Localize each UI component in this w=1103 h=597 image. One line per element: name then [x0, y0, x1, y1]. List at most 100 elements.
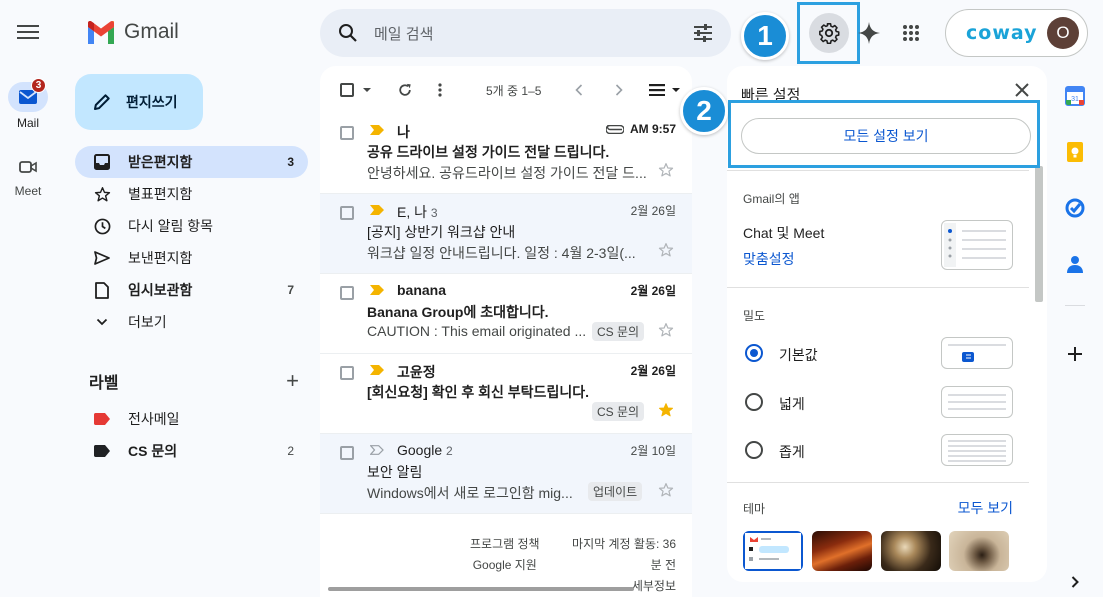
gmail-logo[interactable]: Gmail — [86, 20, 179, 44]
label-count: 2 — [287, 444, 294, 458]
add-app-button[interactable] — [1063, 342, 1087, 366]
density-comfortable-radio[interactable] — [745, 393, 763, 411]
email-date: 2월 26일 — [630, 204, 676, 218]
caret-down-icon[interactable] — [671, 87, 681, 93]
email-subject: [회신요청] 확인 후 회신 부탁드립니다. — [367, 384, 589, 400]
important-marker-icon[interactable] — [370, 205, 384, 215]
horizontal-scrollbar[interactable] — [320, 585, 692, 593]
prev-page-icon[interactable] — [575, 84, 583, 96]
plus-icon — [1068, 347, 1082, 361]
email-subject: [공지] 상반기 워크샵 안내 — [367, 224, 516, 240]
apps-grid-icon[interactable] — [902, 24, 920, 42]
mail-list: 5개 중 1–5 나 AM 9:57 공유 드라이브 설정 가이드 전달 드립니… — [320, 66, 692, 597]
important-marker-icon[interactable] — [370, 285, 384, 295]
star-outline-icon[interactable] — [658, 162, 674, 178]
rail-mail[interactable]: 3 Mail — [0, 78, 56, 130]
star-outline-icon[interactable] — [658, 482, 674, 498]
expand-side-panel-button[interactable] — [1063, 570, 1087, 594]
compose-button[interactable]: 편지쓰기 — [75, 74, 203, 130]
gmail-m-icon — [88, 20, 114, 44]
program-policy-link[interactable]: 프로그램 정책 — [470, 534, 540, 555]
important-marker-outline-icon[interactable] — [370, 445, 384, 455]
calendar-app[interactable]: 31 — [1063, 84, 1087, 108]
star-outline-icon — [94, 186, 110, 201]
row-checkbox[interactable] — [340, 446, 354, 460]
label-chip[interactable]: CS 문의 — [592, 402, 645, 421]
select-all-checkbox[interactable] — [340, 83, 372, 97]
account-switcher[interactable]: coway O — [945, 9, 1088, 57]
email-row[interactable]: banana 2월 26일 Banana Group에 초대합니다. CAUTI… — [320, 274, 692, 354]
compose-label: 편지쓰기 — [126, 94, 178, 110]
customize-link[interactable]: 맞춤설정 — [743, 249, 795, 269]
chevron-down-icon — [96, 318, 108, 326]
gemini-sparkle-icon[interactable] — [858, 22, 880, 44]
email-row[interactable]: E, 나 3 2월 26일 [공지] 상반기 워크샵 안내 워크샵 일정 안내드… — [320, 194, 692, 274]
more-vert-icon[interactable] — [438, 83, 442, 97]
density-default-radio[interactable] — [745, 344, 763, 362]
sidebar-item-inbox[interactable]: 받은편지함 3 — [75, 146, 308, 178]
quick-settings-panel: 빠른 설정 모든 설정 보기 Gmail의 앱 Chat 및 Meet 맞춤설정… — [727, 66, 1047, 582]
add-label-icon[interactable]: + — [286, 368, 299, 394]
label-item-company-mail[interactable]: 전사메일 — [75, 403, 308, 435]
star-outline-icon[interactable] — [658, 322, 674, 338]
chevron-right-icon — [1071, 576, 1079, 588]
step-badge-2: 2 — [680, 87, 728, 135]
video-camera-icon — [19, 161, 37, 173]
theme-default-thumbnail[interactable] — [743, 531, 803, 571]
important-marker-icon[interactable] — [370, 125, 384, 135]
tasks-icon — [1065, 198, 1085, 218]
refresh-icon[interactable] — [398, 83, 412, 97]
star-filled-icon[interactable] — [658, 402, 674, 418]
email-row[interactable]: 나 AM 9:57 공유 드라이브 설정 가이드 전달 드립니다. 안녕하세요.… — [320, 114, 692, 194]
theme-sand-thumbnail[interactable] — [949, 531, 1009, 571]
theme-chess-thumbnail[interactable] — [881, 531, 941, 571]
rail-meet[interactable]: Meet — [0, 152, 56, 198]
theme-canyon-thumbnail[interactable] — [812, 531, 872, 571]
row-checkbox[interactable] — [340, 126, 354, 140]
search-bar[interactable]: 메일 검색 — [320, 9, 731, 57]
tasks-app[interactable] — [1063, 196, 1087, 220]
search-options-icon[interactable] — [693, 24, 713, 42]
main-menu-icon[interactable] — [17, 22, 39, 42]
search-icon[interactable] — [338, 23, 358, 43]
google-support-link[interactable]: Google 지원 — [470, 555, 540, 576]
close-icon[interactable] — [1015, 83, 1029, 97]
row-checkbox[interactable] — [340, 366, 354, 380]
next-page-icon[interactable] — [615, 84, 624, 96]
sidebar-item-label: 보낸편지함 — [128, 250, 193, 266]
avatar[interactable]: O — [1047, 17, 1079, 49]
density-default-preview — [941, 337, 1013, 369]
important-marker-icon[interactable] — [370, 365, 384, 375]
label-chip[interactable]: 업데이트 — [588, 482, 643, 501]
email-snippet: CAUTION : This email originated ... — [367, 323, 587, 339]
label-item-cs-inquiry[interactable]: CS 문의 2 — [75, 435, 308, 467]
contacts-app[interactable] — [1063, 252, 1087, 276]
settings-highlight-box — [797, 2, 860, 64]
density-option-label: 넓게 — [779, 396, 805, 412]
quick-settings-scrollbar[interactable] — [1035, 166, 1043, 302]
contacts-icon — [1067, 256, 1083, 273]
split-view-icon[interactable] — [649, 84, 666, 96]
sidebar-item-starred[interactable]: 별표편지함 — [75, 178, 308, 210]
email-row[interactable]: Google 2 2월 10일 보안 알림 Windows에서 새로 로그인함 … — [320, 434, 692, 514]
sidebar-item-more[interactable]: 더보기 — [75, 306, 308, 338]
sidebar-item-drafts[interactable]: 임시보관함 7 — [75, 274, 308, 306]
apps-layout-preview — [941, 220, 1013, 270]
gear-icon — [818, 23, 839, 44]
row-checkbox[interactable] — [340, 286, 354, 300]
density-option-label: 좁게 — [779, 444, 805, 460]
theme-see-all-link[interactable]: 모두 보기 — [958, 498, 1013, 518]
sidebar-item-snoozed[interactable]: 다시 알림 항목 — [75, 210, 308, 242]
search-input[interactable]: 메일 검색 — [374, 23, 693, 44]
settings-button[interactable] — [808, 13, 849, 53]
email-row[interactable]: 고윤정 2월 26일 [회신요청] 확인 후 회신 부탁드립니다. CS 문의 — [320, 354, 692, 434]
label-chip[interactable]: CS 문의 — [592, 322, 645, 341]
keep-app[interactable] — [1063, 140, 1087, 164]
sidebar-item-sent[interactable]: 보낸편지함 — [75, 242, 308, 274]
email-date: AM 9:57 — [629, 122, 676, 136]
thread-count: 2 — [446, 444, 453, 458]
density-option-label: 기본값 — [779, 347, 818, 363]
star-outline-icon[interactable] — [658, 242, 674, 258]
row-checkbox[interactable] — [340, 206, 354, 220]
density-compact-radio[interactable] — [745, 441, 763, 459]
